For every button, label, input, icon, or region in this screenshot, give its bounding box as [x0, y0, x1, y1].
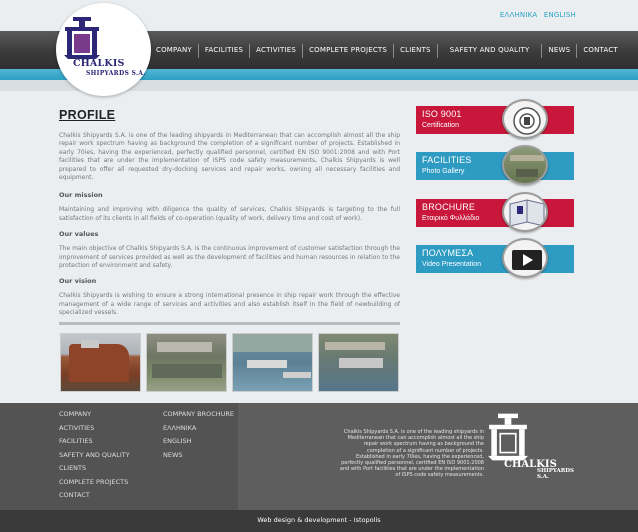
banner-video-subtitle: Video Presentation: [422, 261, 482, 268]
photo-shipyard-aerial-3[interactable]: [318, 333, 399, 392]
values-heading: Our values: [59, 230, 99, 239]
main-nav: COMPANY FACILITIES ACTIVITIES COMPLETE P…: [150, 44, 624, 58]
banner-brochure-title: BROCHURE: [422, 202, 476, 212]
footer-link-news[interactable]: NEWS: [163, 449, 234, 463]
mission-paragraph: Maintaining and improving with diligence…: [59, 206, 400, 222]
nav-facilities[interactable]: FACILITIES: [199, 44, 251, 58]
intro-paragraph: Chalkis Shipyards S.A. is one of the lea…: [59, 132, 400, 182]
footer-link-complete-projects[interactable]: COMPLETE PROJECTS: [59, 476, 130, 490]
footer-link-clients[interactable]: CLIENTS: [59, 462, 130, 476]
brochure-book-icon: [502, 192, 548, 232]
photo-strip: [60, 333, 399, 392]
logo-name: CHALKIS: [73, 58, 125, 69]
footer-link-safety-quality[interactable]: SAFETY AND QUALITY: [59, 449, 130, 463]
banner-iso-subtitle: Certification: [422, 122, 459, 129]
lang-english-link[interactable]: ENGLISH: [544, 11, 576, 19]
nav-complete-projects[interactable]: COMPLETE PROJECTS: [303, 44, 395, 58]
mission-heading: Our mission: [59, 191, 103, 200]
footer-links-col1: COMPANY ACTIVITIES FACILITIES SAFETY AND…: [59, 408, 130, 503]
lang-greek-link[interactable]: ΕΛΛΗΝΙΚΑ: [500, 11, 538, 19]
profile-content: PROFILE Chalkis Shipyards S.A. is one of…: [59, 108, 400, 318]
footer-about-text: Chalkis Shipyards S.A. is one of the lea…: [339, 429, 484, 479]
language-switcher: ΕΛΛΗΝΙΚΑ ENGLISH: [496, 11, 576, 19]
photo-ship-hull[interactable]: [60, 333, 141, 392]
banner-facilities-subtitle: Photo Gallery: [422, 168, 465, 175]
nav-safety-quality[interactable]: SAFETY AND QUALITY: [438, 44, 543, 58]
play-video-icon: [502, 238, 548, 278]
values-paragraph: The main objective of Chalkis Shipyards …: [59, 245, 400, 270]
footer-logo: CHALKIS SHIPYARDS S.A.: [488, 412, 574, 480]
banner-video-title: ΠΟΛΥΜΕΣΑ: [422, 248, 474, 258]
footer-link-greek[interactable]: ΕΛΛΗΝΙΚΑ: [163, 422, 234, 436]
photo-shipyard-aerial-1[interactable]: [146, 333, 227, 392]
logo-subname: SHIPYARDS S.A.: [86, 70, 146, 77]
brochure-banner[interactable]: BROCHURE Εταιρικό Φυλλάδιο: [416, 192, 574, 232]
banner-brochure-subtitle: Εταιρικό Φυλλάδιο: [422, 215, 480, 222]
shipyard-emblem-icon: [64, 17, 100, 59]
video-presentation-banner[interactable]: ΠΟΛΥΜΕΣΑ Video Presentation: [416, 238, 574, 278]
footer-link-company[interactable]: COMPANY: [59, 408, 130, 422]
iso-9001-banner[interactable]: ISO 9001 Certification: [416, 99, 574, 139]
nav-clients[interactable]: CLIENTS: [394, 44, 438, 58]
footer-link-facilities[interactable]: FACILITIES: [59, 435, 130, 449]
nav-news[interactable]: NEWS: [542, 44, 578, 58]
page-title: PROFILE: [59, 108, 116, 122]
content-divider: [59, 322, 400, 325]
facilities-gallery-banner[interactable]: FACILITIES Photo Gallery: [416, 145, 574, 185]
design-credit-link[interactable]: Web design & development - Istopolis: [0, 516, 638, 524]
nav-company[interactable]: COMPANY: [150, 44, 199, 58]
certification-seal-icon: [502, 99, 548, 139]
footer-link-contact[interactable]: CONTACT: [59, 489, 130, 503]
photo-shipyard-aerial-2[interactable]: [232, 333, 313, 392]
footer-link-activities[interactable]: ACTIVITIES: [59, 422, 130, 436]
nav-contact[interactable]: CONTACT: [577, 44, 624, 58]
footer-link-english[interactable]: ENGLISH: [163, 435, 234, 449]
nav-activities[interactable]: ACTIVITIES: [250, 44, 304, 58]
vision-heading: Our vision: [59, 277, 97, 286]
footer-logo-subname: SHIPYARDS S.A.: [537, 468, 575, 480]
footer-links-col2: COMPANY BROCHURE ΕΛΛΗΝΙΚΑ ENGLISH NEWS: [163, 408, 234, 462]
facilities-photo-icon: [502, 145, 548, 185]
footer-link-brochure[interactable]: COMPANY BROCHURE: [163, 408, 234, 422]
banner-facilities-title: FACILITIES: [422, 155, 472, 165]
vision-paragraph: Chalkis Shipyards is wishing to ensure a…: [59, 292, 400, 317]
banner-iso-title: ISO 9001: [422, 109, 462, 119]
footer-shipyard-emblem-icon: [488, 413, 528, 461]
company-logo[interactable]: CHALKIS SHIPYARDS S.A.: [56, 3, 151, 96]
